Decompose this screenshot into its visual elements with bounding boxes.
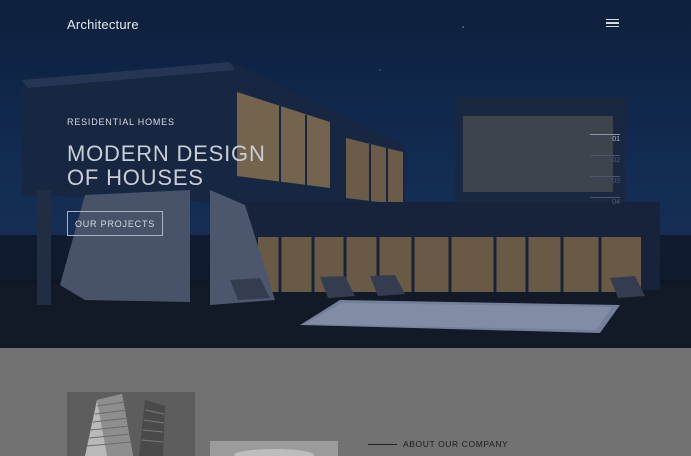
slide-pager-item[interactable]: 04 (590, 195, 624, 216)
slide-pager-item[interactable]: 02 (590, 153, 624, 174)
hero-title-line-2: OF HOUSES (67, 165, 204, 190)
site-logo[interactable]: Architecture (67, 17, 139, 32)
our-projects-button[interactable]: OUR PROJECTS (67, 211, 163, 236)
slide-pager-item[interactable]: 03 (590, 174, 624, 195)
tower-photo (67, 392, 195, 456)
building-photo (210, 441, 338, 456)
slide-pager: 01 02 03 04 (590, 132, 624, 216)
hero-eyebrow: RESIDENTIAL HOMES (67, 117, 175, 127)
hamburger-menu-icon[interactable] (604, 17, 621, 31)
about-heading: ABOUT OUR COMPANY (368, 439, 508, 449)
slide-pager-item[interactable]: 01 (590, 132, 624, 153)
hero-title-line-1: MODERN DESIGN (67, 141, 266, 166)
about-rule (368, 443, 397, 445)
hero-title: MODERN DESIGN OF HOUSES (67, 142, 347, 190)
about-section: ABOUT OUR COMPANY (0, 348, 691, 456)
hero-section: Architecture RESIDENTIAL HOMES MODERN DE… (0, 0, 691, 348)
about-label: ABOUT OUR COMPANY (403, 439, 509, 449)
